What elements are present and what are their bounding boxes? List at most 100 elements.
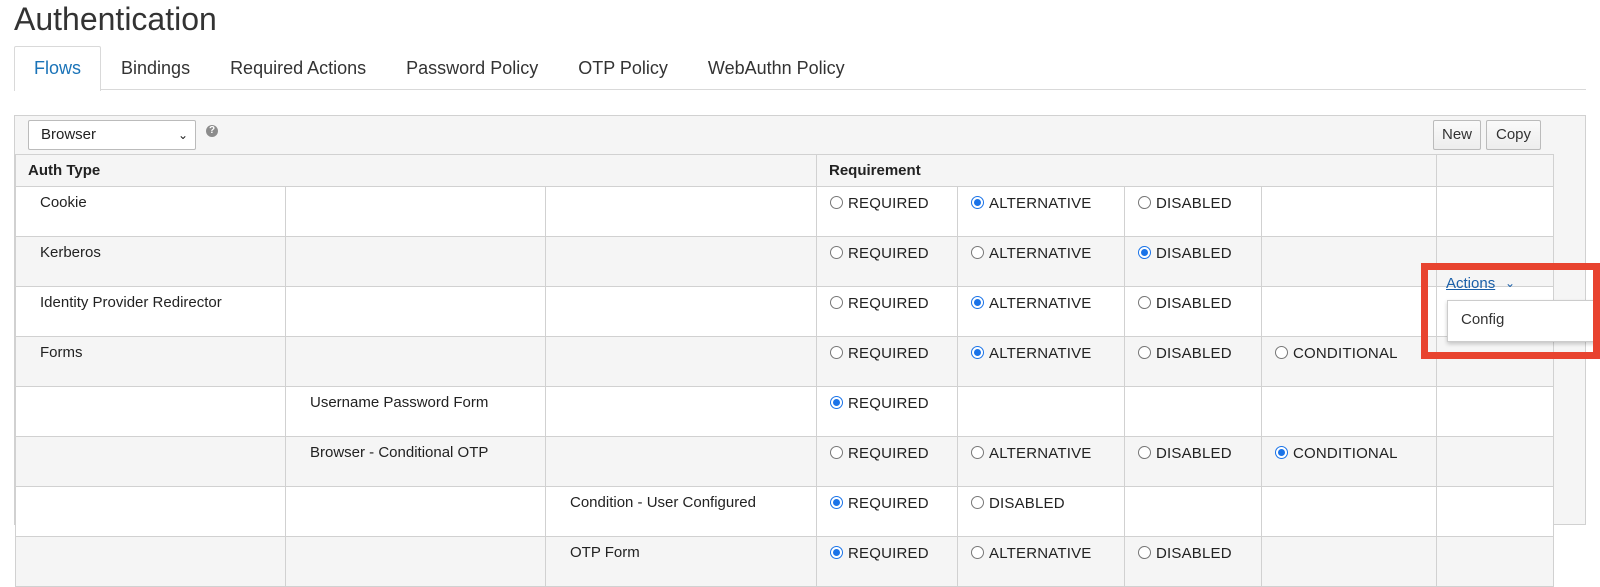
requirement-option: REQUIRED — [816, 536, 958, 587]
empty-cell — [1124, 486, 1262, 537]
requirement-label: REQUIRED — [848, 395, 929, 412]
actions-dropdown: Config — [1447, 300, 1600, 342]
empty-cell — [285, 236, 546, 287]
requirement-radio[interactable] — [830, 296, 843, 309]
requirement-radio[interactable] — [830, 496, 843, 509]
requirement-option: DISABLED — [1124, 186, 1262, 237]
tab-required-actions[interactable]: Required Actions — [210, 46, 386, 89]
requirement-radio[interactable] — [830, 446, 843, 459]
tab-webauthn-policy[interactable]: WebAuthn Policy — [688, 46, 865, 89]
requirement-label: CONDITIONAL — [1293, 445, 1398, 462]
requirement-option: REQUIRED — [816, 286, 958, 337]
actions-cell — [1436, 436, 1554, 487]
requirement-option: REQUIRED — [816, 386, 958, 437]
auth-type-name: OTP Form — [545, 536, 817, 587]
requirement-radio[interactable] — [971, 346, 984, 359]
requirement-option: ALTERNATIVE — [957, 336, 1125, 387]
requirement-option: REQUIRED — [816, 436, 958, 487]
copy-button[interactable]: Copy — [1486, 120, 1541, 150]
requirement-label: ALTERNATIVE — [989, 345, 1092, 362]
chevron-down-icon: ⌄ — [177, 128, 188, 142]
requirement-label: REQUIRED — [848, 195, 929, 212]
requirement-radio[interactable] — [971, 446, 984, 459]
auth-type-name: Condition - User Configured — [545, 486, 817, 537]
auth-type-name: Forms — [15, 336, 286, 387]
empty-cell — [1261, 286, 1437, 337]
requirement-radio[interactable] — [1138, 346, 1151, 359]
requirement-radio[interactable] — [1275, 446, 1288, 459]
requirement-label: DISABLED — [1156, 245, 1232, 262]
flows-table: Auth Type Requirement Cookie REQUIRED ALTE… — [15, 154, 1554, 587]
flow-select[interactable]: Browser ⌄ — [28, 120, 196, 150]
new-button[interactable]: New — [1433, 120, 1481, 150]
auth-type-name: Identity Provider Redirector — [15, 286, 286, 337]
empty-cell — [545, 436, 817, 487]
help-icon[interactable]: ? — [206, 125, 218, 137]
requirement-option: DISABLED — [957, 486, 1125, 537]
requirement-radio[interactable] — [971, 246, 984, 259]
flows-panel: Browser ⌄ ? New Copy Auth Type Requireme… — [14, 115, 1586, 587]
actions-cell — [1436, 336, 1554, 387]
requirement-label: CONDITIONAL — [1293, 345, 1398, 362]
requirement-radio[interactable] — [1138, 196, 1151, 209]
empty-cell — [1261, 536, 1437, 587]
requirement-radio[interactable] — [971, 496, 984, 509]
tab-password-policy[interactable]: Password Policy — [386, 46, 558, 89]
requirement-label: REQUIRED — [848, 345, 929, 362]
requirement-option: DISABLED — [1124, 336, 1262, 387]
tab-flows[interactable]: Flows — [14, 46, 102, 91]
requirement-radio[interactable] — [971, 296, 984, 309]
empty-cell — [1261, 486, 1437, 537]
empty-cell — [545, 236, 817, 287]
requirement-radio[interactable] — [1275, 346, 1288, 359]
requirement-radio[interactable] — [830, 396, 843, 409]
requirement-label: DISABLED — [1156, 345, 1232, 362]
requirement-option: ALTERNATIVE — [957, 536, 1125, 587]
requirement-option: CONDITIONAL — [1261, 436, 1437, 487]
requirement-radio[interactable] — [1138, 246, 1151, 259]
table-row: Browser - Conditional OTP REQUIRED ALTERNA… — [15, 436, 1554, 487]
requirement-header: Requirement — [816, 154, 1437, 187]
requirement-radio[interactable] — [830, 196, 843, 209]
empty-cell — [545, 186, 817, 237]
empty-cell — [15, 436, 286, 487]
auth-type-name: Cookie — [15, 186, 286, 237]
empty-cell — [285, 186, 546, 237]
actions-cell — [1436, 186, 1554, 237]
tab-bindings[interactable]: Bindings — [101, 46, 210, 89]
tab-otp-policy[interactable]: OTP Policy — [558, 46, 688, 89]
requirement-radio[interactable] — [1138, 446, 1151, 459]
requirement-option: REQUIRED — [816, 336, 958, 387]
requirement-option: ALTERNATIVE — [957, 236, 1125, 287]
requirement-label: ALTERNATIVE — [989, 245, 1092, 262]
requirement-radio[interactable] — [971, 196, 984, 209]
chevron-down-icon[interactable]: ⌄ — [1505, 276, 1515, 290]
requirement-radio[interactable] — [830, 246, 843, 259]
auth-type-name: Kerberos — [15, 236, 286, 287]
empty-cell — [545, 386, 817, 437]
menu-item-config[interactable]: Config — [1461, 311, 1504, 328]
requirement-label: REQUIRED — [848, 245, 929, 262]
table-row: Condition - User Configured REQUIRED DISAB… — [15, 486, 1554, 537]
actions-header — [1436, 154, 1554, 187]
requirement-label: DISABLED — [1156, 295, 1232, 312]
requirement-radio[interactable] — [830, 346, 843, 359]
empty-cell — [957, 386, 1125, 437]
requirement-option: ALTERNATIVE — [957, 436, 1125, 487]
requirement-label: DISABLED — [989, 495, 1065, 512]
requirement-label: REQUIRED — [848, 445, 929, 462]
empty-cell — [15, 536, 286, 587]
actions-link[interactable]: Actions — [1446, 275, 1495, 292]
requirement-option: ALTERNATIVE — [957, 286, 1125, 337]
requirement-option: CONDITIONAL — [1261, 336, 1437, 387]
empty-cell — [285, 286, 546, 337]
actions-cell — [1436, 386, 1554, 437]
requirement-label: DISABLED — [1156, 195, 1232, 212]
empty-cell — [285, 336, 546, 387]
tab-bar: Flows Bindings Required Actions Password… — [14, 46, 1586, 91]
requirement-label: ALTERNATIVE — [989, 295, 1092, 312]
requirement-option: DISABLED — [1124, 536, 1262, 587]
requirement-radio[interactable] — [1138, 296, 1151, 309]
table-row: Username Password Form REQUIRED — [15, 386, 1554, 437]
requirement-option: ALTERNATIVE — [957, 186, 1125, 237]
